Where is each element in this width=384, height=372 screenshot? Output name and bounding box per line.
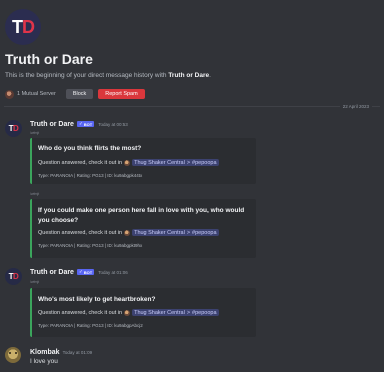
verified-check-icon: ✓ — [78, 269, 83, 274]
message-author[interactable]: Truth or Dare — [30, 269, 74, 276]
message-header: Klombak Today at 01:09 — [30, 348, 92, 356]
block-button[interactable]: Block — [65, 89, 94, 99]
command-reply-meta: /wfmjt — [30, 280, 40, 284]
embed-answered-line: Question answered, check it out in Thug … — [38, 229, 219, 236]
verified-check-icon: ✓ — [78, 121, 83, 126]
question-embed: Who do you think flirts the most? Questi… — [30, 138, 256, 184]
question-embed: If you could make one person here fall i… — [30, 199, 256, 258]
chevron-right-icon: > — [186, 309, 191, 316]
td-logo: TD — [12, 16, 35, 37]
message-timestamp: Today at 01:06 — [98, 269, 128, 275]
embed-footer: Type: PARANOIA | Rating: PG13 | ID: ku9a… — [38, 173, 143, 178]
embed-footer: Type: PARANOIA | Rating: PG13 | ID: ku9a… — [38, 243, 143, 248]
server-icon — [124, 229, 131, 236]
channel-mention[interactable]: Thug Shaker Central > #pepoopa — [132, 159, 219, 166]
report-spam-button[interactable]: Report Spam — [98, 89, 145, 99]
embed-title: Who do you think flirts the most? — [38, 145, 142, 152]
message-author[interactable]: Truth or Dare — [30, 121, 74, 128]
command-reply-meta: /wfmjt — [30, 131, 40, 135]
user-avatar-klombak[interactable] — [5, 347, 21, 363]
mutual-server-icon[interactable] — [5, 89, 14, 99]
message-author[interactable]: Klombak — [30, 349, 60, 356]
date-divider-label: 22 April 2023 — [339, 104, 372, 109]
dm-channel-view: TD Truth or Dare This is the beginning o… — [0, 0, 384, 372]
message-header: Truth or Dare ✓ BOT Today at 01:06 — [30, 268, 128, 276]
message-avatar[interactable]: TD — [5, 268, 22, 285]
bot-avatar-large[interactable]: TD — [5, 9, 41, 45]
chevron-right-icon: > — [186, 159, 191, 166]
message-text: I love you — [30, 358, 58, 365]
embed-title: Who's most likely to get heartbroken? — [38, 296, 156, 303]
mutual-servers-link[interactable]: 1 Mutual Server — [17, 91, 56, 97]
embed-answered-line: Question answered, check it out in Thug … — [38, 309, 219, 316]
td-logo: TD — [8, 272, 19, 281]
chevron-right-icon: > — [186, 229, 191, 236]
td-logo: TD — [8, 124, 19, 133]
embed-title: If you could make one person here fall i… — [38, 207, 245, 224]
message-avatar[interactable]: TD — [5, 120, 22, 137]
message-timestamp: Today at 00:53 — [98, 121, 128, 127]
command-reply-meta: /wfmjt — [30, 192, 40, 196]
dm-intro-text: This is the beginning of your direct mes… — [5, 72, 211, 79]
message-timestamp: Today at 01:09 — [62, 349, 93, 355]
question-embed: Who's most likely to get heartbroken? Qu… — [30, 288, 256, 337]
bot-tag: ✓ BOT — [76, 269, 95, 275]
dm-title: Truth or Dare — [5, 51, 93, 67]
server-icon — [124, 309, 131, 316]
channel-mention[interactable]: Thug Shaker Central > #pepoopa — [132, 229, 219, 236]
server-icon — [124, 159, 131, 166]
mutual-actions-row: 1 Mutual Server Block Report Spam — [5, 88, 145, 100]
embed-footer: Type: PARANOIA | Rating: PG13 | ID: ku9a… — [38, 323, 143, 328]
message-header: Truth or Dare ✓ BOT Today at 00:53 — [30, 120, 128, 128]
embed-answered-line: Question answered, check it out in Thug … — [38, 159, 219, 166]
channel-mention[interactable]: Thug Shaker Central > #pepoopa — [132, 309, 219, 316]
bot-tag: ✓ BOT — [76, 121, 95, 127]
date-divider — [4, 106, 380, 107]
